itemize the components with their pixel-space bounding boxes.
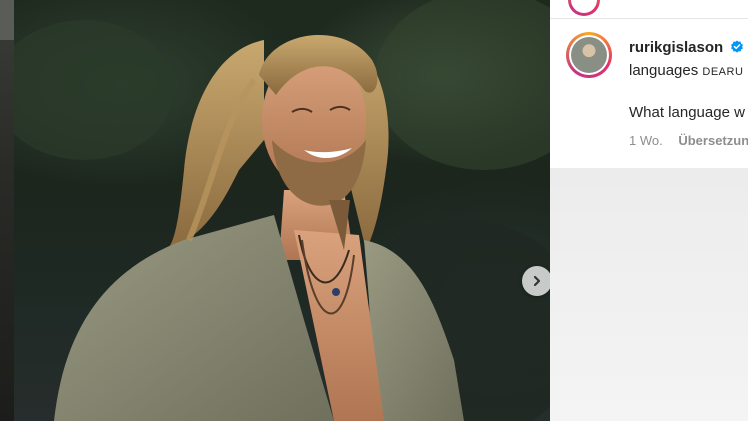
translate-link[interactable]: Übersetzun [678,133,748,148]
post-side-panel: rurikgislason languages DEARU What langu… [550,0,748,421]
caption-text: languages DEARU [629,62,743,79]
chevron-right-icon [533,275,541,287]
verified-badge-icon [731,40,743,53]
comment-meta: 1 Wo. Übersetzun [629,133,748,148]
comments-area [550,168,748,421]
caption-word: languages [629,62,699,79]
previous-post-peek [0,0,14,421]
commenter-avatar[interactable] [566,32,612,78]
post-header-row [550,0,748,19]
post-image[interactable] [14,0,550,421]
caption-comment: rurikgislason languages DEARU What langu… [550,19,748,168]
comment-timestamp[interactable]: 1 Wo. [629,133,663,148]
comment-text: What language w [629,104,745,121]
caption-mention[interactable]: DEARU [702,66,743,78]
avatar-image [571,37,607,73]
post-author-avatar[interactable] [568,0,600,16]
next-photo-button[interactable] [522,266,550,296]
previous-post-tab [0,0,14,40]
comment-username[interactable]: rurikgislason [629,39,723,56]
post-photo-illustration [14,0,550,421]
